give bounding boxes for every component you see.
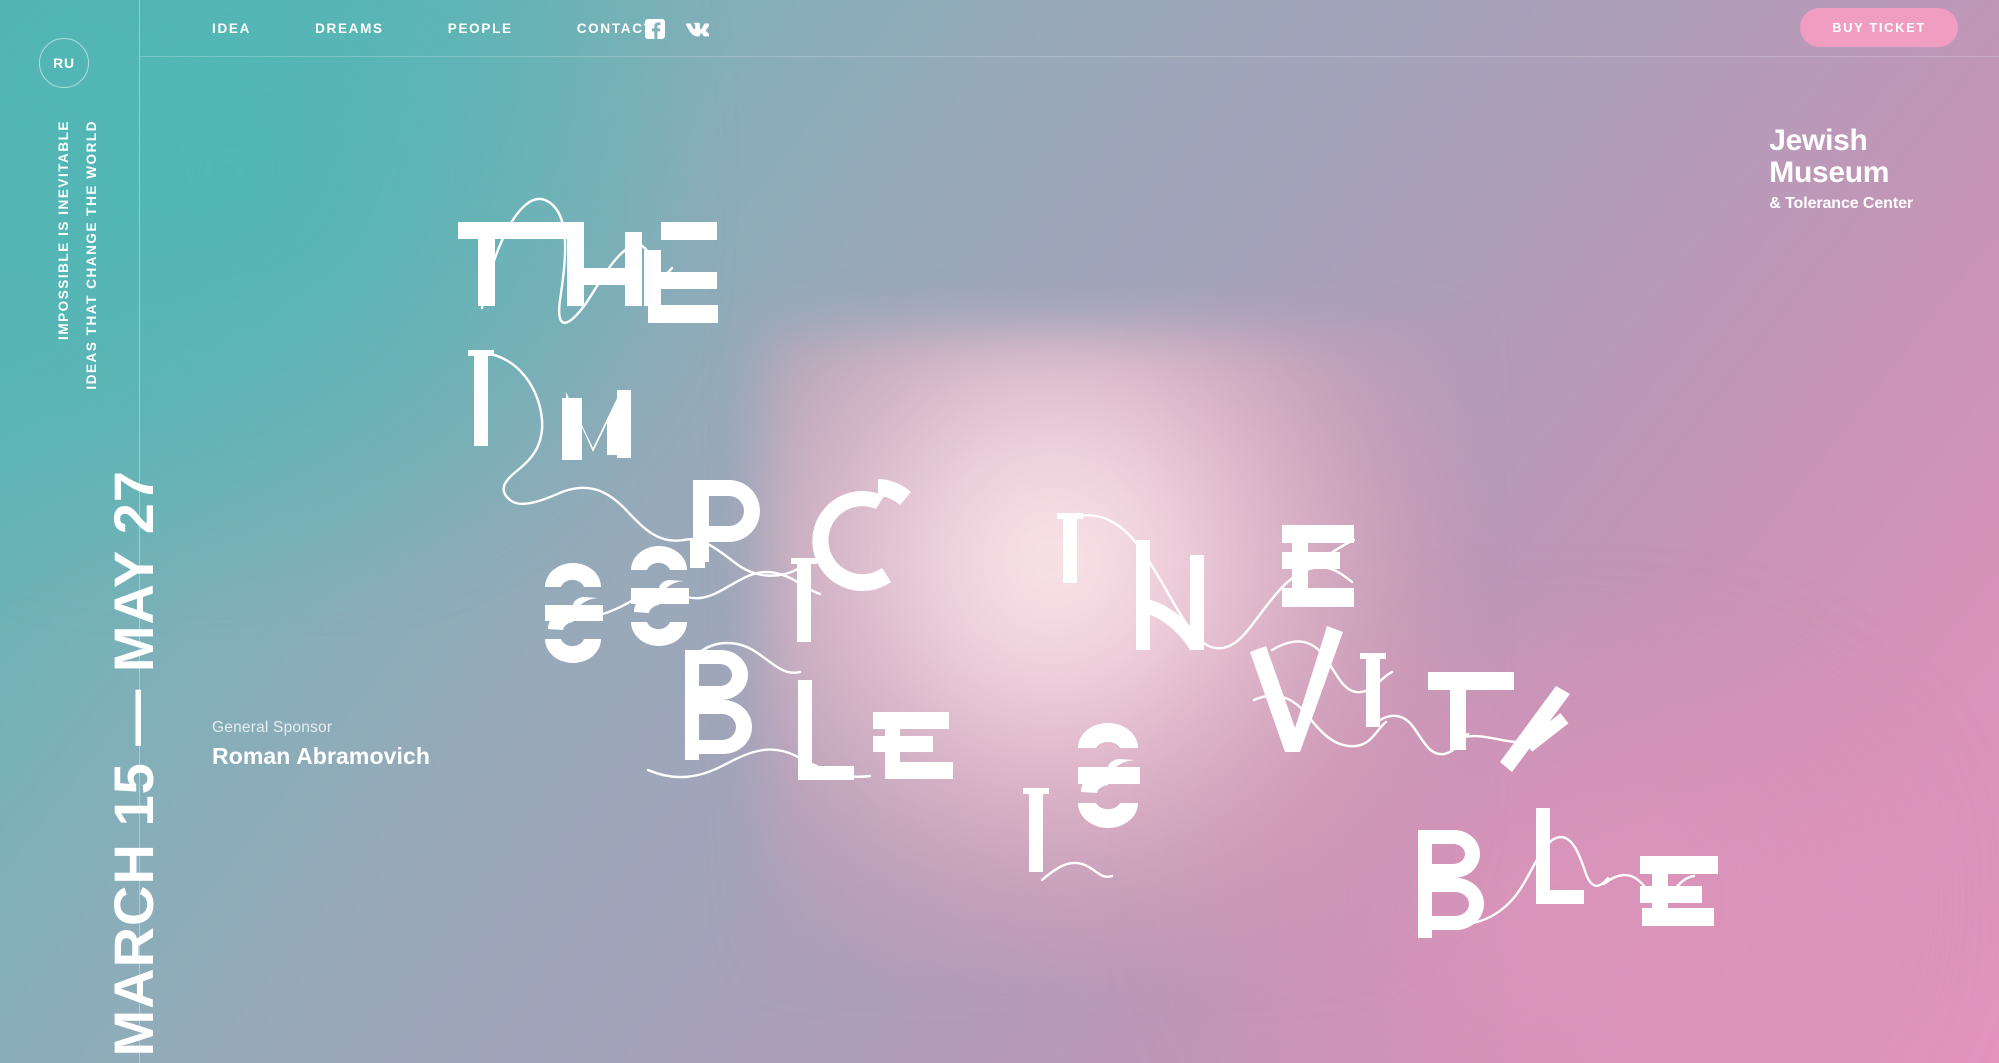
logo-line-3: & Tolerance Center	[1769, 194, 1913, 212]
museum-logo[interactable]: Jewish Museum & Tolerance Center	[1769, 125, 1913, 213]
logo-line-1: Jewish	[1769, 124, 1868, 157]
tagline-line-1: IMPOSSIBLE IS INEVITABLE	[56, 120, 71, 340]
vk-icon[interactable]	[685, 21, 710, 37]
exhibition-dates: MARCH 15 — MAY 27	[102, 470, 165, 1057]
page-stage: RU IMPOSSIBLE IS INEVITABLE IDEAS THAT C…	[0, 0, 1999, 1063]
top-bar: IDEA DREAMS PEOPLE CONTACTS BUY TICKET	[140, 0, 1999, 57]
exhibition-dates-block: MARCH 15 — MAY 27	[20, 470, 165, 1057]
logo-line-2: Museum	[1769, 155, 1890, 189]
nav-item-people[interactable]: PEOPLE	[448, 21, 513, 36]
tagline-line-2: IDEAS THAT CHANGE THE WORLD	[84, 120, 99, 390]
social-links	[645, 0, 710, 57]
buy-ticket-button[interactable]: BUY TICKET	[1800, 8, 1958, 47]
tagline-block: IMPOSSIBLE IS INEVITABLE IDEAS THAT CHAN…	[40, 120, 110, 460]
nav-item-dreams[interactable]: DREAMS	[315, 21, 384, 36]
nav-item-idea[interactable]: IDEA	[212, 21, 251, 36]
sponsor-block: General Sponsor Roman Abramovich	[212, 719, 430, 770]
sponsor-name: Roman Abramovich	[212, 743, 431, 769]
left-rail: RU IMPOSSIBLE IS INEVITABLE IDEAS THAT C…	[0, 0, 165, 1063]
facebook-icon[interactable]	[645, 18, 665, 39]
sponsor-label: General Sponsor	[212, 719, 333, 736]
background-light-orb	[760, 330, 1460, 970]
language-switch-button[interactable]: RU	[39, 38, 89, 88]
